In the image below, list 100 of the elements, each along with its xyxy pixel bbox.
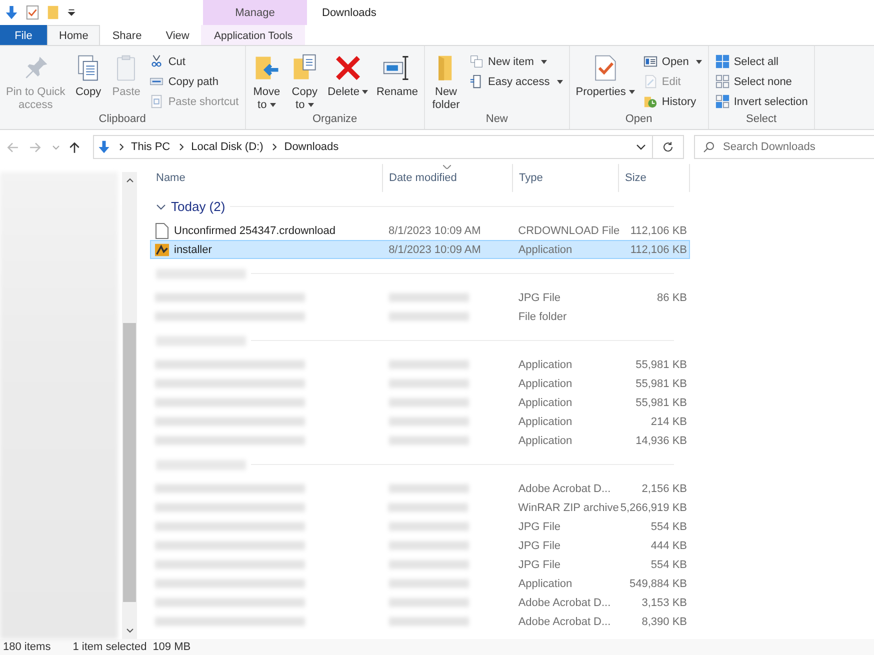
history-icon (642, 94, 658, 109)
date-modified: 8/1/2023 10:09 AM (388, 224, 481, 236)
search-icon (703, 141, 715, 153)
file-row[interactable]: installer 8/1/2023 10:09 AM Application 112,106 KB (150, 240, 690, 259)
file-type: JPG File (518, 520, 561, 532)
ribbon-button[interactable]: Copy (70, 49, 106, 113)
file-type: Application (518, 434, 572, 446)
contextual-tab-header: Manage (203, 0, 307, 25)
application-icon (155, 242, 169, 258)
download-arrow-icon[interactable] (4, 5, 19, 20)
refresh-icon (662, 141, 674, 153)
file-row[interactable]: WinRAR ZIP archive 5,266,919 KB (150, 498, 690, 517)
column-header[interactable]: Size (619, 164, 690, 192)
customize-dropdown-icon[interactable] (67, 8, 76, 17)
scroll-down-icon[interactable] (126, 628, 134, 633)
properties-icon[interactable] (25, 5, 40, 20)
ribbon-button[interactable]: Easy access (466, 72, 566, 91)
column-header[interactable]: Type (513, 164, 619, 192)
ribbon-button[interactable]: Copy to (286, 49, 323, 113)
file-type: JPG File (518, 558, 561, 570)
file-row[interactable]: Application 214 KB (150, 412, 690, 431)
scrollbar[interactable] (122, 172, 137, 639)
up-arrow-icon[interactable] (68, 140, 81, 154)
ribbon-button[interactable]: Move to (248, 49, 285, 113)
scissors-icon (149, 54, 164, 69)
ribbon-tab[interactable]: File (0, 25, 47, 45)
file-size: 86 KB (657, 292, 688, 304)
breadcrumb[interactable]: This PC (131, 141, 170, 153)
window-title: Downloads (321, 6, 376, 20)
address-bar[interactable]: This PC Local Disk (D:) Downloads (93, 135, 653, 159)
file-row[interactable]: Application 549,884 KB (150, 574, 690, 593)
ribbon-button[interactable]: Properties (572, 49, 638, 113)
ribbon-tab[interactable]: Application Tools (201, 25, 306, 45)
search-field[interactable]: Search Downloads (694, 135, 874, 159)
ribbon-button[interactable]: Invert selection (712, 92, 811, 111)
file-type: JPG File (518, 292, 561, 304)
download-arrow-icon (97, 139, 111, 155)
file-type: File folder (518, 310, 567, 322)
file-size: 5,266,919 KB (620, 502, 687, 514)
group-header[interactable]: Today (2) (171, 199, 226, 214)
selection-count: 1 item selected (72, 641, 147, 653)
file-row[interactable]: Adobe Acrobat D... 3,153 KB (150, 593, 690, 612)
caret-icon[interactable] (636, 144, 646, 150)
breadcrumb[interactable]: Local Disk (D:) (191, 141, 264, 153)
file-size: 112,106 KB (630, 244, 688, 256)
column-header[interactable]: Name (150, 164, 383, 192)
ribbon-button[interactable]: New folder (428, 49, 464, 113)
collapse-chevron-icon[interactable] (156, 204, 166, 210)
file-size: 14,936 KB (636, 434, 688, 446)
file-row[interactable]: Application 14,936 KB (150, 431, 690, 450)
chevron-icon (272, 143, 278, 151)
ribbon-button[interactable]: Select all (712, 52, 811, 71)
shortcut-icon (149, 94, 164, 109)
file-type: Application (518, 358, 572, 370)
file-row[interactable]: JPG File 554 KB (150, 517, 690, 536)
file-row[interactable]: JPG File 444 KB (150, 536, 690, 555)
file-type: JPG File (518, 540, 561, 552)
file-row[interactable]: Application 55,981 KB (150, 393, 690, 412)
file-size: 55,981 KB (636, 358, 688, 370)
file-row[interactable]: File folder (150, 307, 690, 326)
ribbon-button[interactable]: Copy path (146, 72, 242, 91)
file-size: 55,981 KB (636, 396, 688, 408)
refresh-button[interactable] (653, 135, 684, 159)
file-type: Application (518, 378, 572, 390)
file-row[interactable]: Adobe Acrobat D... 8,390 KB (150, 612, 690, 631)
group-label: Clipboard (98, 113, 147, 127)
scroll-up-icon[interactable] (126, 178, 134, 183)
ribbon-button[interactable]: Delete (324, 49, 372, 113)
ribbon-button[interactable]: Open (640, 52, 705, 71)
file-type: Application (518, 396, 572, 408)
ribbon-button[interactable]: History (640, 92, 705, 111)
file-size: 554 KB (650, 558, 688, 570)
file-size: 549,884 KB (630, 578, 688, 590)
file-row[interactable]: Application 55,981 KB (150, 374, 690, 393)
ribbon-button[interactable]: New item (466, 52, 566, 71)
ribbon-tab[interactable]: Home (47, 25, 100, 45)
file-size: 2,156 KB (642, 482, 688, 494)
file-row[interactable]: Application 55,981 KB (150, 355, 690, 374)
document-icon (155, 222, 169, 238)
file-type: WinRAR ZIP archive (518, 502, 619, 514)
file-name: installer (174, 244, 212, 256)
file-row[interactable]: JPG File 86 KB (150, 288, 690, 307)
file-row[interactable]: Adobe Acrobat D... 2,156 KB (150, 479, 690, 498)
file-size: 444 KB (650, 540, 688, 552)
ribbon-button[interactable]: Select none (712, 72, 811, 91)
selection-size: 109 MB (152, 641, 191, 653)
file-size: 112,106 KB (630, 224, 687, 236)
select-none-icon (714, 74, 730, 89)
ribbon-button[interactable]: Rename (373, 49, 422, 113)
chevron-icon (179, 143, 184, 151)
column-header[interactable]: Date modified (383, 164, 513, 192)
new-item-icon (469, 54, 484, 69)
ribbon-button[interactable]: Cut (146, 52, 242, 71)
file-type: Adobe Acrobat D... (518, 616, 611, 628)
file-row[interactable]: JPG File 554 KB (150, 555, 690, 574)
file-size: 8,390 KB (642, 616, 688, 628)
file-size: 214 KB (650, 416, 688, 428)
file-row[interactable]: Unconfirmed 254347.crdownload 8/1/2023 10:09 AM CRDOWNLOAD File 112,106 KB (150, 221, 690, 240)
file-name: Unconfirmed 254347.crdownload (174, 224, 336, 236)
breadcrumb[interactable]: Downloads (284, 141, 339, 153)
